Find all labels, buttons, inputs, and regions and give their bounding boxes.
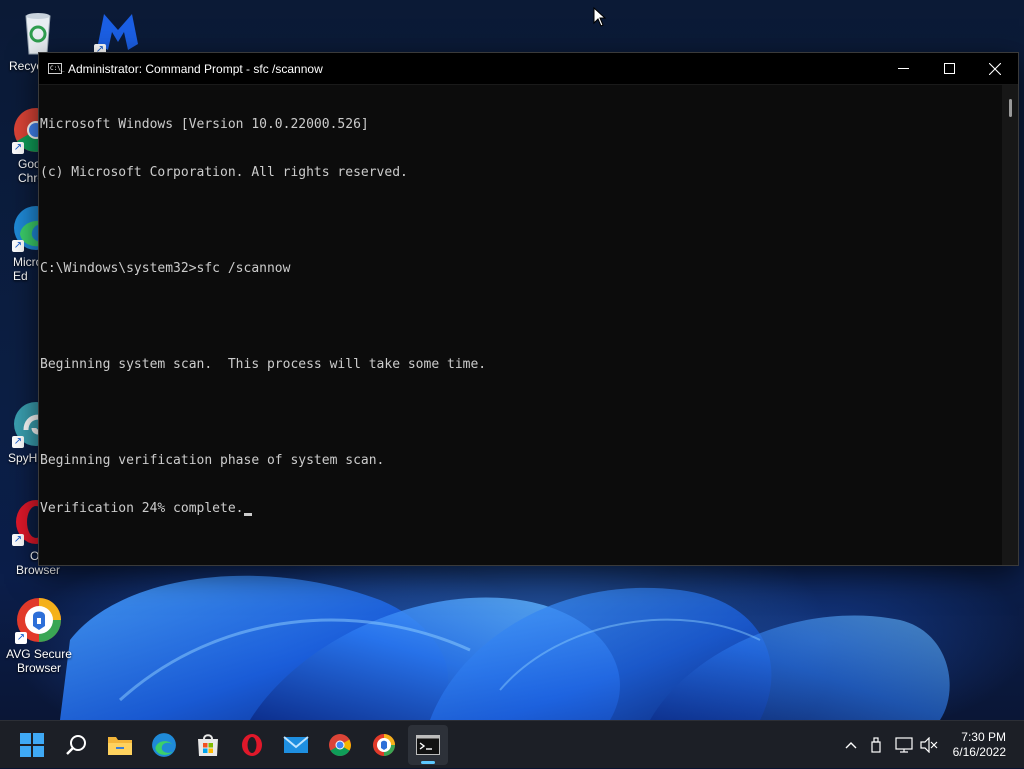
console-line-current: Verification 24% complete. (40, 501, 1002, 517)
taskbar-opera[interactable] (232, 725, 272, 765)
taskbar-avg-secure-browser[interactable] (364, 725, 404, 765)
folder-icon (108, 737, 132, 755)
tray-volume[interactable] (918, 721, 940, 769)
start-button[interactable] (12, 725, 52, 765)
chevron-up-icon (845, 742, 857, 749)
avg-secure-browser-icon (373, 734, 395, 756)
taskbar-microsoft-store[interactable] (188, 725, 228, 765)
taskbar-mail[interactable] (276, 725, 316, 765)
terminal-icon (416, 735, 440, 755)
shortcut-arrow-icon: ↗ (12, 534, 24, 546)
taskbar-microsoft-edge[interactable] (144, 725, 184, 765)
volume-muted-icon (920, 737, 938, 753)
avg-secure-browser-icon: ↗ (15, 596, 63, 644)
console-line: Beginning system scan. This process will… (40, 357, 487, 372)
minimize-button[interactable] (880, 53, 926, 84)
edge-icon (152, 733, 176, 757)
console-scrollbar[interactable] (1002, 85, 1018, 565)
mouse-pointer-icon (593, 7, 607, 27)
windows-logo-icon (20, 733, 44, 757)
shortcut-arrow-icon: ↗ (12, 240, 24, 252)
tray-usb-device[interactable] (866, 721, 886, 769)
usb-device-icon (871, 737, 881, 753)
console-progress-text: Verification 24% complete. (40, 501, 244, 516)
network-icon (895, 737, 913, 753)
command-prompt-icon: C:\_ (48, 63, 65, 74)
tray-network[interactable] (892, 721, 916, 769)
command-prompt-window[interactable]: C:\_ Administrator: Command Prompt - sfc… (38, 52, 1019, 566)
console-line: Microsoft Windows [Version 10.0.22000.52… (40, 117, 369, 132)
tray-overflow-button[interactable] (840, 721, 862, 769)
shortcut-arrow-icon: ↗ (12, 142, 24, 154)
search-icon (66, 735, 86, 755)
clock-date: 6/16/2022 (952, 745, 1006, 759)
scrollbar-thumb[interactable] (1009, 99, 1012, 117)
active-app-indicator (421, 761, 435, 764)
taskbar-file-explorer[interactable] (100, 725, 140, 765)
malwarebytes-icon: ↗ (94, 8, 142, 56)
maximize-button[interactable] (926, 53, 972, 84)
window-titlebar[interactable]: C:\_ Administrator: Command Prompt - sfc… (39, 53, 1018, 85)
recycle-bin-icon (14, 8, 62, 56)
console-line: C:\Windows\system32>sfc /scannow (40, 261, 291, 276)
shortcut-arrow-icon: ↗ (12, 436, 24, 448)
close-icon (989, 62, 1001, 75)
minimize-icon (897, 68, 909, 69)
console-line: Beginning verification phase of system s… (40, 453, 385, 468)
mail-icon (283, 736, 309, 753)
console-line: (c) Microsoft Corporation. All rights re… (40, 165, 408, 180)
maximize-icon (943, 63, 955, 74)
clock-time: 7:30 PM (961, 730, 1006, 744)
console-output[interactable]: Microsoft Windows [Version 10.0.22000.52… (39, 85, 1002, 565)
close-button[interactable] (972, 53, 1018, 84)
text-cursor (243, 513, 252, 516)
opera-icon (242, 734, 262, 756)
desktop-icon-label: AVG Secure Browser (6, 647, 72, 675)
taskbar-search-button[interactable] (56, 725, 96, 765)
taskbar-clock[interactable]: 7:30 PM 6/16/2022 (953, 730, 1006, 760)
window-title: Administrator: Command Prompt - sfc /sca… (68, 61, 323, 76)
desktop-icon-avg-secure-browser[interactable]: ↗ AVG Secure Browser (1, 596, 77, 675)
store-icon (198, 734, 218, 756)
taskbar-command-prompt[interactable] (408, 725, 448, 765)
shortcut-arrow-icon: ↗ (15, 632, 27, 644)
chrome-icon (329, 734, 351, 756)
taskbar: 7:30 PM 6/16/2022 (0, 720, 1024, 768)
taskbar-google-chrome[interactable] (320, 725, 360, 765)
